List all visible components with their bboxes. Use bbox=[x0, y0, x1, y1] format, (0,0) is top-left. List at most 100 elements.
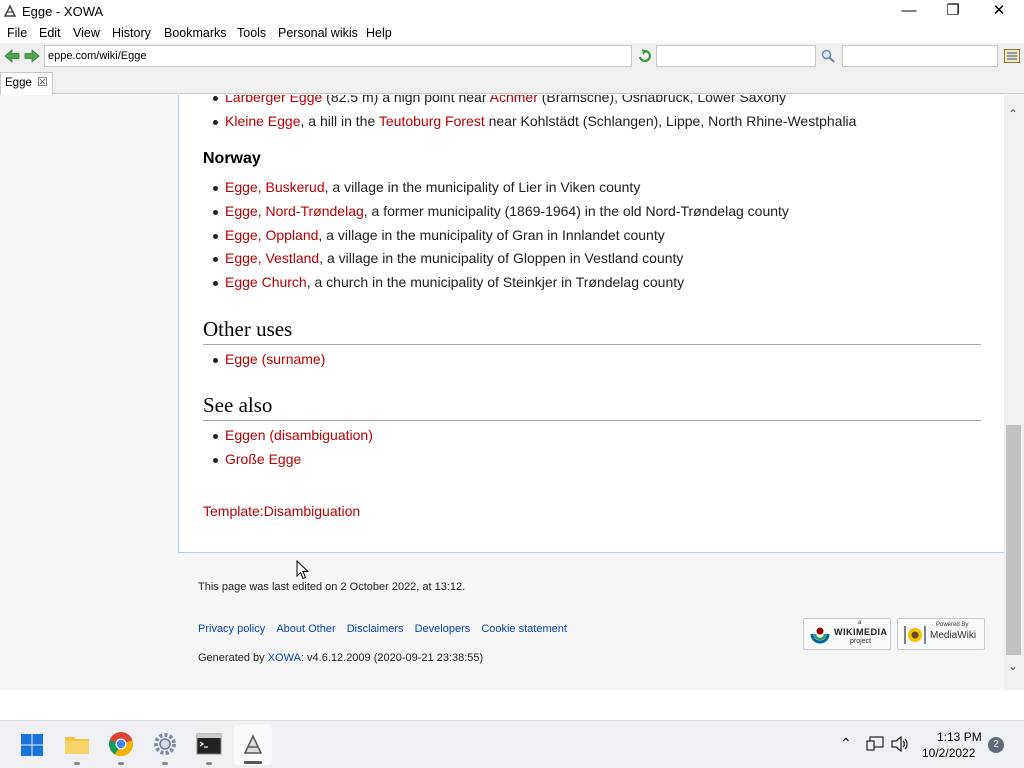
scroll-up-icon[interactable]: ⌃ bbox=[1008, 107, 1018, 121]
article-link[interactable]: Teutoburg Forest bbox=[379, 113, 485, 129]
taskbar-indicator bbox=[206, 762, 212, 765]
clock-date[interactable]: 10/2/2022 bbox=[922, 746, 975, 760]
list-item: Larberger Egge (82.5 m) a high point nea… bbox=[212, 95, 787, 105]
terminal-icon[interactable] bbox=[196, 731, 222, 757]
item-text: , a village in the municipality of Lier … bbox=[324, 179, 641, 195]
menu-edit[interactable]: Edit bbox=[39, 26, 61, 40]
menu-help[interactable]: Help bbox=[366, 26, 392, 40]
disclaimers-link[interactable]: Disclaimers bbox=[347, 623, 404, 635]
privacy-policy-link[interactable]: Privacy policy bbox=[198, 623, 265, 635]
xowa-link[interactable]: XOWA bbox=[268, 652, 301, 664]
close-button[interactable]: ✕ bbox=[976, 0, 1022, 22]
article-link[interactable]: Egge, Nord-Trøndelag bbox=[225, 203, 364, 219]
item-text: , a village in the municipality of Gran … bbox=[318, 227, 665, 243]
go-refresh-icon[interactable] bbox=[637, 48, 653, 64]
template-link[interactable]: Template:Disambiguation bbox=[203, 503, 360, 519]
address-bar: eppe.com/wiki/Egge bbox=[0, 43, 1024, 70]
article-link[interactable]: Achmer bbox=[490, 95, 538, 105]
heading-see-also: See also bbox=[203, 393, 981, 421]
menu-bar: File Edit View History Bookmarks Tools P… bbox=[0, 22, 1024, 43]
badge-subtitle: project bbox=[850, 638, 872, 645]
list-item: Egge, Buskerud, a village in the municip… bbox=[212, 179, 641, 195]
tab-bar: Egge ☒ bbox=[0, 70, 1024, 95]
item-text: , a hill in the bbox=[300, 113, 379, 129]
xowa-taskbar-icon bbox=[243, 734, 263, 754]
menu-view[interactable]: View bbox=[73, 26, 100, 40]
article-link[interactable]: Egge (surname) bbox=[225, 351, 325, 367]
mediawiki-sunflower-icon bbox=[904, 626, 926, 644]
page-search-input[interactable] bbox=[656, 45, 816, 67]
article-content: Larberger Egge (82.5 m) a high point nea… bbox=[178, 95, 1004, 553]
chevron-up-icon[interactable]: ⌃ bbox=[840, 735, 852, 752]
mouse-cursor-icon bbox=[296, 560, 310, 580]
article-link[interactable]: Egge, Buskerud bbox=[225, 179, 325, 195]
tab-egge[interactable]: Egge ☒ bbox=[0, 72, 53, 95]
article-link[interactable]: Große Egge bbox=[225, 451, 301, 467]
menu-file[interactable]: File bbox=[7, 26, 27, 40]
scrollbar-thumb[interactable] bbox=[1006, 425, 1021, 655]
powered-by-mediawiki-badge[interactable]: Powered By MediaWiki bbox=[897, 618, 985, 650]
menu-tools[interactable]: Tools bbox=[237, 26, 266, 40]
article-link[interactable]: Egge, Oppland bbox=[225, 227, 318, 243]
article-link[interactable]: Egge, Vestland bbox=[225, 250, 319, 266]
xowa-app-icon bbox=[3, 4, 17, 17]
menu-history[interactable]: History bbox=[112, 26, 151, 40]
xowa-taskbar-button[interactable] bbox=[234, 725, 272, 765]
menu-bookmarks[interactable]: Bookmarks bbox=[164, 26, 227, 40]
settings-gear-icon[interactable] bbox=[152, 731, 178, 757]
badge-small-text: Powered By bbox=[936, 622, 969, 628]
generated-suffix: : v4.6.12.2009 (2020-09-21 23:38:55) bbox=[300, 652, 484, 664]
scroll-down-icon[interactable]: ⌄ bbox=[1008, 659, 1018, 673]
options-menu-icon[interactable] bbox=[1004, 49, 1020, 63]
windows-taskbar: ⌃ 1:13 PM 10/2/2022 2 bbox=[0, 720, 1024, 768]
article-link[interactable]: Egge Church bbox=[225, 274, 307, 290]
taskbar-active-indicator bbox=[244, 761, 262, 764]
list-item: Große Egge bbox=[212, 451, 301, 467]
forward-arrow-icon[interactable] bbox=[24, 49, 40, 63]
minimize-button[interactable]: — bbox=[886, 0, 932, 22]
cookie-statement-link[interactable]: Cookie statement bbox=[481, 623, 567, 635]
list-item: Egge, Nord-Trøndelag, a former municipal… bbox=[213, 203, 789, 219]
url-input[interactable]: eppe.com/wiki/Egge bbox=[44, 45, 632, 67]
taskbar-indicator bbox=[74, 762, 80, 765]
tab-close-icon[interactable]: ☒ bbox=[37, 75, 48, 89]
item-text: , a former municipality (1869-1964) in t… bbox=[363, 203, 789, 219]
wiki-search-input[interactable] bbox=[842, 45, 998, 67]
item-text: (82.5 m) a high point near bbox=[322, 95, 490, 105]
developers-link[interactable]: Developers bbox=[415, 623, 471, 635]
article-link[interactable]: Eggen (disambiguation) bbox=[225, 427, 373, 443]
vertical-scrollbar[interactable]: ⌃ ⌄ bbox=[1004, 95, 1024, 690]
maximize-button[interactable]: ❐ bbox=[930, 0, 976, 22]
item-text: (Bramsche), Osnabrück, Lower Saxony bbox=[537, 95, 787, 105]
heading-other-uses: Other uses bbox=[203, 317, 981, 345]
article-link[interactable]: Larberger Egge bbox=[225, 95, 322, 105]
network-icon[interactable] bbox=[866, 736, 884, 752]
menu-personal-wikis[interactable]: Personal wikis bbox=[278, 26, 358, 40]
clock-time[interactable]: 1:13 PM bbox=[937, 730, 982, 744]
wikimedia-project-badge[interactable]: a WIKIMEDIA project bbox=[803, 618, 891, 650]
back-arrow-icon[interactable] bbox=[4, 49, 20, 63]
item-text: near Kohlstädt (Schlangen), Lippe, North… bbox=[484, 113, 857, 129]
article-link[interactable]: Kleine Egge bbox=[225, 113, 301, 129]
item-text: , a church in the municipality of Steink… bbox=[306, 274, 685, 290]
title-bar: Egge - XOWA — ❐ ✕ bbox=[0, 0, 1024, 22]
list-item: Egge, Oppland, a village in the municipa… bbox=[213, 227, 665, 243]
list-item: Kleine Egge, a hill in the Teutoburg For… bbox=[212, 113, 857, 129]
generated-prefix: Generated by bbox=[198, 652, 268, 664]
item-text: , a village in the municipality of Glopp… bbox=[319, 250, 684, 266]
file-explorer-icon[interactable] bbox=[64, 731, 90, 757]
notification-count-badge[interactable]: 2 bbox=[988, 737, 1004, 753]
heading-norway: Norway bbox=[203, 150, 261, 167]
taskbar-indicator bbox=[162, 762, 168, 765]
badge-title: MediaWiki bbox=[930, 630, 977, 641]
badge-small-text: a bbox=[858, 620, 862, 626]
volume-icon[interactable] bbox=[891, 736, 909, 752]
about-link[interactable]: About Other bbox=[276, 623, 335, 635]
chrome-icon[interactable] bbox=[108, 731, 134, 757]
footer-links: Privacy policy About Other Disclaimers D… bbox=[198, 623, 567, 635]
search-icon[interactable] bbox=[821, 49, 835, 63]
taskbar-indicator bbox=[118, 762, 124, 765]
wikimedia-logo-icon bbox=[810, 627, 830, 644]
windows-start-icon[interactable] bbox=[20, 733, 44, 757]
window-title: Egge - XOWA bbox=[22, 4, 104, 19]
